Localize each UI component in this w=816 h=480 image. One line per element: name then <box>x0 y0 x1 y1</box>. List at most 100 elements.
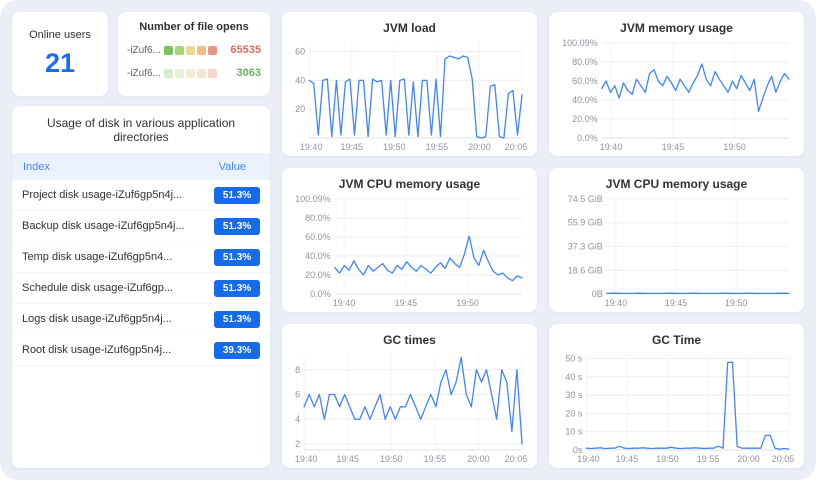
svg-text:20.0%: 20.0% <box>305 270 331 280</box>
heatmap-cell <box>186 69 195 78</box>
svg-text:20:05: 20:05 <box>505 142 528 152</box>
svg-text:60: 60 <box>295 47 305 57</box>
svg-text:19:45: 19:45 <box>662 142 685 152</box>
svg-text:20 s: 20 s <box>565 408 583 418</box>
file-opens-row-label: -iZuf6... <box>127 68 161 79</box>
svg-text:19:40: 19:40 <box>300 142 323 152</box>
disk-usage-badge: 51.3% <box>214 311 260 328</box>
disk-row-label: Root disk usage-iZuf6gp5n4j... <box>22 344 171 356</box>
chart-panel-jvm-memory-usage-1: JVM memory usage 0.0% 20.0% 40.0% 60.0% 80.0%… <box>549 12 804 156</box>
svg-text:18.6 GiB: 18.6 GiB <box>568 265 603 275</box>
svg-text:50 s: 50 s <box>565 354 583 364</box>
svg-text:20:00: 20:00 <box>468 142 491 152</box>
svg-text:20: 20 <box>295 104 305 114</box>
heatmap-cell <box>175 46 184 55</box>
heatmap-cell <box>164 69 173 78</box>
svg-text:19:55: 19:55 <box>697 454 720 464</box>
svg-text:2: 2 <box>295 439 300 449</box>
svg-text:60.0%: 60.0% <box>305 232 331 242</box>
disk-usage-badge: 39.3% <box>214 342 260 359</box>
chart-title: GC Time <box>557 333 796 347</box>
disk-usage-badge: 51.3% <box>214 187 260 204</box>
column-header-value[interactable]: Value <box>219 161 246 173</box>
svg-text:20:05: 20:05 <box>505 454 528 464</box>
online-users-card: Online users 21 <box>12 12 108 96</box>
svg-text:19:40: 19:40 <box>605 298 628 308</box>
heatmap-cell <box>197 46 206 55</box>
chart-grid: JVM load 20 40 60 19:40 19:45 19:50 19:55 20:00 2… <box>282 12 804 468</box>
table-row: Root disk usage-iZuf6gp5n4j... 39.3% <box>12 335 270 366</box>
disk-row-label: Backup disk usage-iZuf6gp5n4j... <box>22 220 185 232</box>
chart-panel-jvm-load-0: JVM load20406019:4019:4519:5019:5520:002… <box>282 12 537 156</box>
line-chart-plot[interactable]: 20406019:4019:4519:5019:5520:0020:05 <box>290 37 529 153</box>
file-opens-card: Number of file opens -iZuf6...65535-iZuf… <box>118 12 270 96</box>
line-chart-plot[interactable]: 0s10 s20 s30 s40 s50 s19:4019:4519:5019:… <box>557 349 796 465</box>
svg-text:19:50: 19:50 <box>723 142 746 152</box>
disk-usage-badge: 51.3% <box>214 280 260 297</box>
column-header-index[interactable]: Index <box>23 161 50 173</box>
file-opens-row: -iZuf6...65535 <box>127 44 261 56</box>
chart-panel-gc-times-4: GC times246819:4019:4519:5019:5520:0020:… <box>282 324 537 468</box>
svg-text:60.0%: 60.0% <box>572 76 598 86</box>
line-chart-plot[interactable]: 0.0% 20.0% 40.0% 60.0% 80.0% 100.09% 19:40 19:4… <box>557 37 796 153</box>
heatmap-cell <box>197 69 206 78</box>
svg-text:40.0%: 40.0% <box>572 95 598 105</box>
file-opens-row: -iZuf6... 3063 <box>127 67 261 79</box>
svg-text:0B: 0B <box>592 289 603 299</box>
online-users-value: 21 <box>45 48 75 79</box>
line-chart-plot[interactable]: 246819:4019:4519:5019:5520:0020:05 <box>290 349 529 465</box>
chart-title: JVM memory usage <box>557 21 796 35</box>
table-row: Temp disk usage-iZuf6gp5n4...51.3% <box>12 242 270 273</box>
file-opens-row-value: 3063 <box>237 67 261 79</box>
svg-text:19:40: 19:40 <box>333 298 356 308</box>
svg-text:20:05: 20:05 <box>772 454 795 464</box>
chart-panel-gc-time-5: GC Time0s10 s20 s30 s40 s50 s19:4019:451… <box>549 324 804 468</box>
svg-text:0.0%: 0.0% <box>577 133 598 143</box>
svg-text:20.0%: 20.0% <box>572 114 598 124</box>
heatmap-cell <box>175 69 184 78</box>
svg-text:20:00: 20:00 <box>467 454 490 464</box>
svg-text:40.0%: 40.0% <box>305 251 331 261</box>
disk-usage-table-header: Index Value <box>12 154 270 180</box>
disk-usage-badge: 51.3% <box>214 218 260 235</box>
svg-text:19:45: 19:45 <box>395 298 418 308</box>
file-opens-row-value: 65535 <box>230 44 261 56</box>
svg-text:6: 6 <box>295 389 300 399</box>
disk-row-label: Schedule disk usage-iZuf6gp... <box>22 282 173 294</box>
disk-usage-card: Usage of disk in various application dir… <box>12 106 270 468</box>
svg-text:40: 40 <box>295 75 305 85</box>
svg-text:8: 8 <box>295 365 300 375</box>
line-chart-plot[interactable]: 0.0%20.0%40.0%60.0%80.0%100.09%19:4019:4… <box>290 193 529 309</box>
svg-text:19:40: 19:40 <box>295 454 318 464</box>
svg-text:20:00: 20:00 <box>737 454 760 464</box>
svg-text:19:55: 19:55 <box>424 454 447 464</box>
chart-title: JVM load <box>290 21 529 35</box>
table-row: Logs disk usage-iZuf6gp5n4j...51.3% <box>12 304 270 335</box>
svg-text:19:40: 19:40 <box>577 454 600 464</box>
disk-row-label: Temp disk usage-iZuf6gp5n4... <box>22 251 172 263</box>
svg-text:0.0%: 0.0% <box>310 289 331 299</box>
svg-text:19:45: 19:45 <box>340 142 363 152</box>
svg-text:19:50: 19:50 <box>725 298 748 308</box>
table-row: Schedule disk usage-iZuf6gp... 51.3% <box>12 273 270 304</box>
svg-text:19:50: 19:50 <box>383 142 406 152</box>
svg-text:19:45: 19:45 <box>616 454 639 464</box>
monitoring-dashboard: Online users 21 Number of file opens -iZ… <box>0 0 816 480</box>
chart-title: JVM CPU memory usage <box>557 177 796 191</box>
chart-panel-jvm-cpu-memory-usage-2: JVM CPU memory usage0.0%20.0%40.0%60.0%8… <box>282 168 537 312</box>
line-chart-plot[interactable]: 0B18.6 GiB37.3 GiB55.9 GiB74.5 GiB19:401… <box>557 193 796 309</box>
chart-panel-jvm-cpu-memory-usage-3: JVM CPU memory usage0B18.6 GiB37.3 GiB55… <box>549 168 804 312</box>
svg-text:80.0%: 80.0% <box>572 57 598 67</box>
svg-text:19:40: 19:40 <box>600 142 623 152</box>
heatmap-cells <box>164 46 217 55</box>
svg-text:55.9 GiB: 55.9 GiB <box>568 218 603 228</box>
svg-text:100.09%: 100.09% <box>562 38 598 48</box>
chart-title: GC times <box>290 333 529 347</box>
heatmap-cell <box>164 46 173 55</box>
file-opens-title: Number of file opens <box>127 21 261 33</box>
svg-text:4: 4 <box>295 414 300 424</box>
heatmap-cell <box>208 69 217 78</box>
disk-usage-rows: Project disk usage-iZuf6gp5n4j...51.3% Ba… <box>12 180 270 468</box>
table-row: Project disk usage-iZuf6gp5n4j...51.3% <box>12 180 270 211</box>
svg-text:30 s: 30 s <box>565 390 583 400</box>
